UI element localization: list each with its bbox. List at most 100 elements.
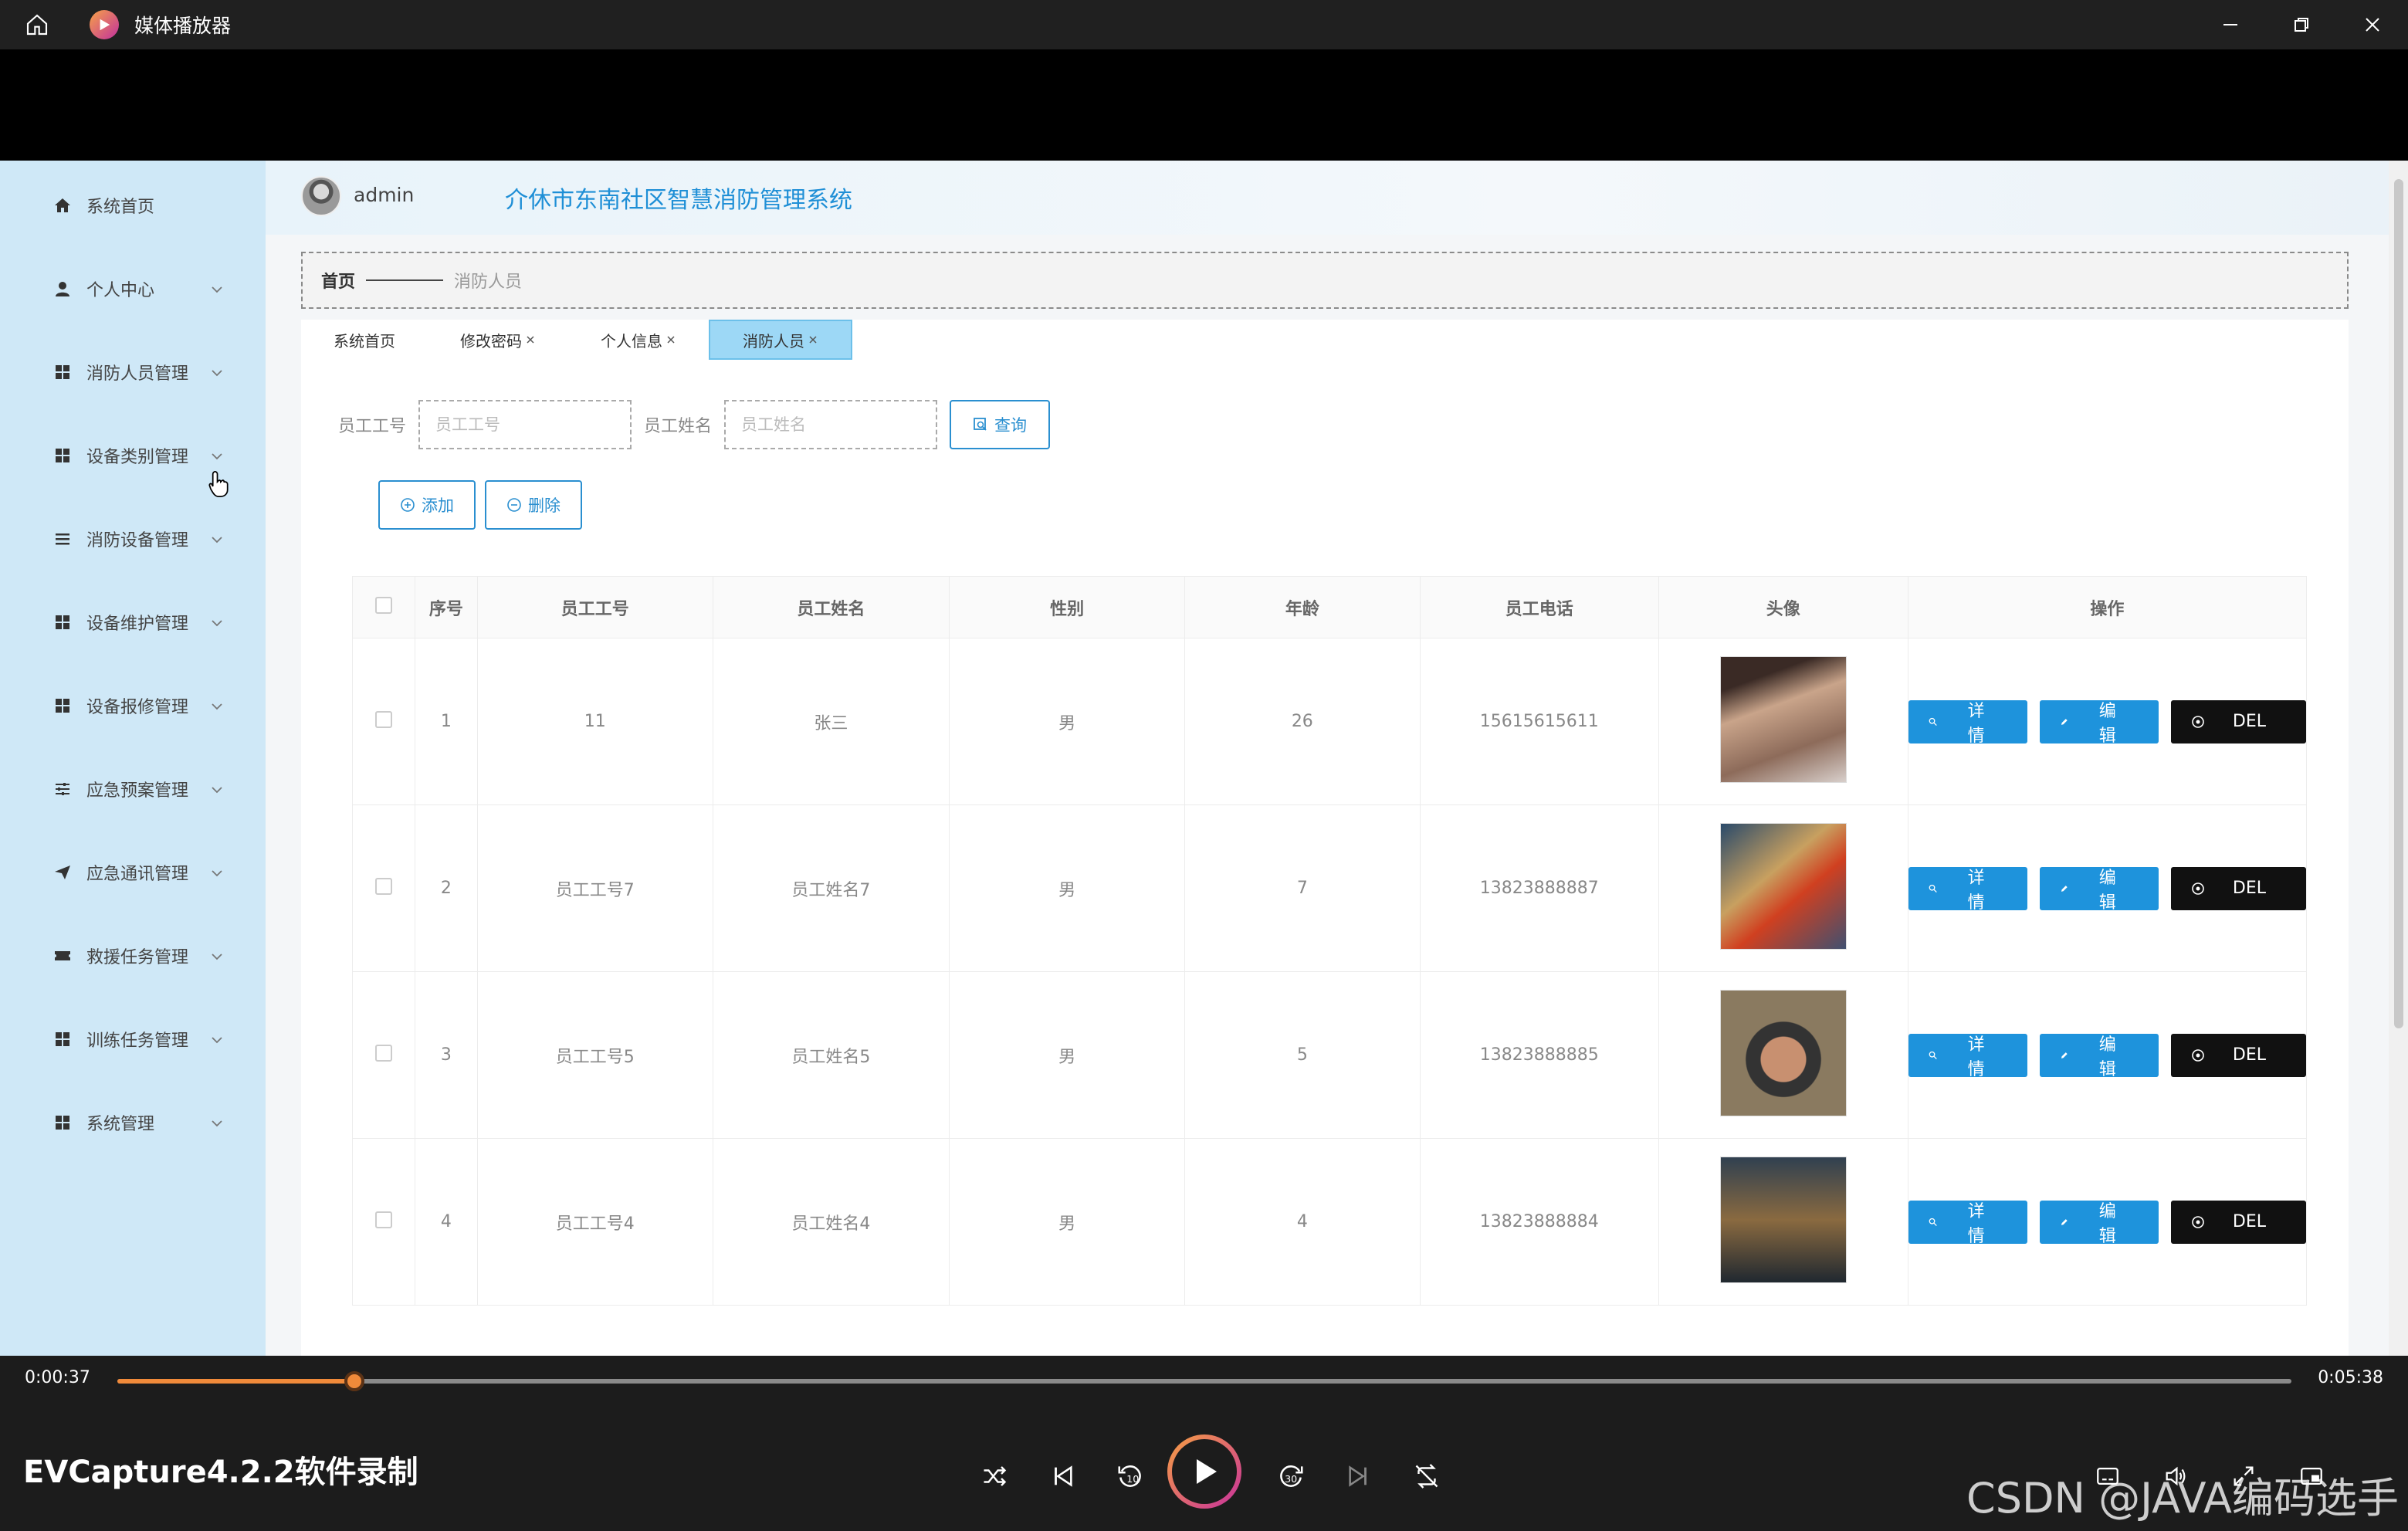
sidebar-item[interactable]: 消防设备管理 (0, 508, 266, 570)
cell-phone: 13823888885 (1419, 971, 1659, 1139)
sidebar-item[interactable]: 设备报修管理 (0, 675, 266, 737)
chevron-down-icon (210, 780, 224, 799)
sidebar-item[interactable]: 应急通讯管理 (0, 842, 266, 903)
tab[interactable]: 个人信息 (568, 320, 709, 360)
sliders-icon (52, 779, 73, 799)
emp-name-input[interactable] (724, 400, 938, 449)
edit-button[interactable]: 编辑 (2039, 699, 2159, 746)
del-button[interactable]: DEL (2170, 1200, 2307, 1244)
cell-age: 26 (1184, 638, 1421, 805)
detail-button[interactable]: 详情 (1908, 699, 2027, 746)
minimize-button[interactable] (2195, 0, 2266, 49)
del-button[interactable]: DEL (2170, 1033, 2307, 1077)
sidebar-item[interactable]: 消防人员管理 (0, 341, 266, 403)
staff-photo[interactable] (1719, 655, 1847, 783)
plus-circle-icon (401, 498, 415, 512)
sidebar-item[interactable]: 个人中心 (0, 258, 266, 320)
sidebar-item-label: 救援任务管理 (86, 948, 189, 967)
select-all-checkbox[interactable] (374, 596, 392, 614)
staff-photo[interactable] (1719, 1156, 1847, 1283)
row-checkbox[interactable] (374, 710, 392, 728)
sidebar-item[interactable]: 应急预案管理 (0, 758, 266, 820)
list-icon (52, 529, 73, 549)
shuffle-icon (984, 1466, 1007, 1486)
grid-icon (52, 362, 73, 382)
avatar[interactable] (301, 176, 341, 216)
previous-button[interactable] (1041, 1455, 1084, 1498)
detail-button[interactable]: 详情 (1908, 1033, 2027, 1079)
sidebar-item[interactable]: 训练任务管理 (0, 1008, 266, 1070)
sidebar: 系统首页 个人中心 消防人员管理 设备类别管理 消防设备管理 设备维护管理 设备报修管理 应急… (0, 161, 266, 1356)
forward-30-button[interactable]: 30 (1269, 1455, 1312, 1498)
tab-label: 消防人员 (743, 331, 804, 351)
row-checkbox[interactable] (374, 877, 392, 895)
staff-photo[interactable] (1719, 989, 1847, 1116)
content-card: 系统首页 修改密码 个人信息 消防人员 员工工号 员工姓名 查询 添加 删除 (301, 320, 2349, 1356)
tab[interactable]: 消防人员 (709, 320, 852, 360)
repeat-button[interactable] (1405, 1455, 1448, 1498)
breadcrumb-home[interactable]: 首页 (321, 268, 355, 293)
sidebar-item[interactable]: 系统首页 (0, 174, 266, 236)
tab-close-icon[interactable] (666, 330, 676, 349)
window-controls (2195, 0, 2408, 49)
watermark: CSDN @JAVA编码选手 (1966, 1474, 2399, 1523)
play-button[interactable] (1167, 1434, 1241, 1509)
sidebar-item-label: 系统管理 (86, 1115, 155, 1134)
detail-button[interactable]: 详情 (1908, 866, 2027, 913)
row-checkbox[interactable] (374, 1044, 392, 1062)
edit-button[interactable]: 编辑 (2039, 1200, 2159, 1246)
row-checkbox[interactable] (374, 1211, 392, 1228)
sidebar-item[interactable]: 设备维护管理 (0, 591, 266, 653)
edit-button[interactable]: 编辑 (2039, 866, 2159, 913)
repeat-off-icon (1415, 1464, 1438, 1489)
tab-close-icon[interactable] (525, 330, 536, 349)
restore-button[interactable] (2266, 0, 2337, 49)
sidebar-item[interactable]: 救援任务管理 (0, 925, 266, 987)
cell-age: 7 (1184, 804, 1421, 972)
next-button[interactable] (1337, 1455, 1380, 1498)
shuffle-button[interactable] (973, 1455, 1016, 1498)
total-time: 0:05:38 (2318, 1368, 2383, 1387)
home-button[interactable] (0, 0, 74, 49)
delete-button[interactable]: 删除 (485, 480, 582, 530)
chevron-down-icon (210, 363, 224, 382)
close-button[interactable] (2337, 0, 2408, 49)
detail-button-label: 详情 (1967, 1201, 1985, 1246)
chevron-down-icon (210, 1113, 224, 1133)
cell-index: 1 (414, 638, 478, 805)
grid-icon (52, 445, 73, 466)
scrollbar-thumb[interactable] (2394, 179, 2403, 1028)
detail-button[interactable]: 详情 (1908, 1200, 2027, 1246)
main-panel: admin 介休市东南社区智慧消防管理系统 首页 消防人员 系统首页 修改密码 个人… (266, 161, 2408, 1356)
table-row: 1 11 张三男 26 15615615611 详情 编辑 DEL (352, 638, 2308, 805)
edit-button[interactable]: 编辑 (2039, 1033, 2159, 1079)
seek-bar[interactable] (117, 1379, 2291, 1384)
del-button[interactable]: DEL (2170, 699, 2307, 743)
close-circle-icon (2192, 882, 2204, 895)
search-icon (1929, 1051, 1937, 1059)
pencil-icon (2061, 1052, 2068, 1058)
cell-actions: 详情 编辑 DEL (1907, 1138, 2308, 1306)
close-circle-icon (2192, 715, 2204, 728)
tab[interactable]: 修改密码 (428, 320, 568, 360)
tab[interactable]: 系统首页 (301, 320, 428, 360)
tab-close-icon[interactable] (808, 330, 818, 349)
query-button[interactable]: 查询 (950, 400, 1051, 449)
column-header: 性别 (949, 576, 1185, 638)
rewind-10-button[interactable]: 10 (1109, 1455, 1152, 1498)
emp-id-input[interactable] (418, 400, 632, 449)
cell-name: 员工姓名4 (712, 1138, 950, 1306)
cell-age: 4 (1184, 1138, 1421, 1306)
skip-previous-icon (1055, 1465, 1072, 1487)
add-button[interactable]: 添加 (378, 480, 476, 530)
staff-photo[interactable] (1719, 822, 1847, 950)
pencil-icon (2061, 885, 2068, 892)
staff-table: 序号 员工工号 员工姓名 性别 年龄 员工电话 头像 操作 1 11 张三男 26 156156156… (352, 576, 2308, 1306)
del-button[interactable]: DEL (2170, 866, 2307, 910)
sidebar-item-label: 设备报修管理 (86, 698, 189, 717)
search-icon (974, 418, 987, 431)
cell-gender: 男 (949, 1138, 1185, 1306)
sidebar-item[interactable]: 系统管理 (0, 1092, 266, 1153)
seek-handle[interactable] (344, 1371, 364, 1391)
cell-photo (1658, 1138, 1908, 1306)
